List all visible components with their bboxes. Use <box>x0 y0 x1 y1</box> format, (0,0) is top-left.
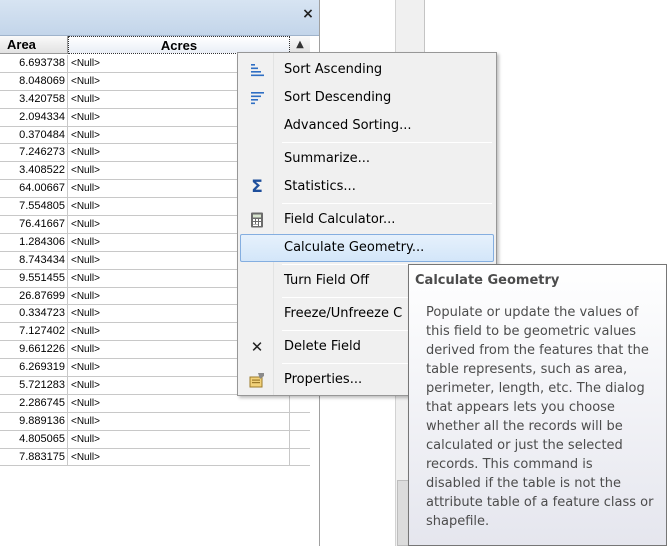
menu-separator <box>282 142 492 143</box>
cell-area[interactable]: 3.420758 <box>0 90 68 108</box>
cell-area[interactable]: 0.370484 <box>0 126 68 144</box>
cell-acres[interactable]: <Null> <box>68 430 290 448</box>
menu-label-field-calculator: Field Calculator... <box>284 212 396 227</box>
cell-area[interactable]: 5.721283 <box>0 377 68 394</box>
table-row[interactable]: 9.889136 <Null> <box>0 412 310 431</box>
cell-area[interactable]: 6.693738 <box>0 55 68 72</box>
tooltip-line: perimeter, length, etc. The dialog <box>426 381 645 396</box>
properties-icon <box>248 371 266 389</box>
cell-area[interactable]: 4.805065 <box>0 430 68 448</box>
column-header-area[interactable]: Area <box>0 36 68 54</box>
tooltip-line: whether all the records will be <box>426 419 623 434</box>
menu-item-sort-descending[interactable]: Sort Descending <box>240 84 494 112</box>
cell-area[interactable]: 0.334723 <box>0 305 68 323</box>
calculate-geometry-tooltip: Calculate Geometry Populate or update th… <box>408 264 667 546</box>
tooltip-line: table represents, such as area, <box>426 362 628 377</box>
cell-area[interactable]: 8.743434 <box>0 251 68 269</box>
menu-item-statistics[interactable]: Σ Statistics... <box>240 173 494 201</box>
tooltip-line: attribute table of a feature class or <box>426 495 654 510</box>
menu-label-advanced-sorting: Advanced Sorting... <box>284 118 412 133</box>
menu-label-turn-field-off: Turn Field Off <box>284 273 370 288</box>
cell-area[interactable]: 1.284306 <box>0 233 68 251</box>
tooltip-body: Populate or update the values of this fie… <box>426 303 662 531</box>
menu-separator <box>282 203 492 204</box>
cell-acres[interactable]: <Null> <box>68 412 290 430</box>
scroll-up-icon[interactable]: ▲ <box>292 38 308 52</box>
cell-area[interactable]: 8.048069 <box>0 72 68 90</box>
tooltip-line: calculated or just the selected <box>426 438 623 453</box>
cell-area[interactable]: 9.551455 <box>0 269 68 287</box>
sort-descending-icon <box>248 89 266 107</box>
close-icon[interactable]: × <box>300 6 316 22</box>
cell-acres[interactable]: <Null> <box>68 394 290 412</box>
menu-item-calculate-geometry[interactable]: Calculate Geometry... <box>240 234 494 262</box>
cell-area[interactable]: 9.889136 <box>0 412 68 430</box>
cell-area[interactable]: 7.883175 <box>0 448 68 466</box>
table-title-bar: × <box>0 0 319 36</box>
menu-label-sort-ascending: Sort Ascending <box>284 62 383 77</box>
cell-area[interactable]: 7.127402 <box>0 323 68 341</box>
table-row[interactable]: 2.286745 <Null> <box>0 394 310 413</box>
tooltip-line: shapefile. <box>426 514 490 529</box>
menu-item-field-calculator[interactable]: Field Calculator... <box>240 206 494 234</box>
sigma-icon: Σ <box>251 177 263 197</box>
cell-area[interactable]: 2.094334 <box>0 108 68 126</box>
menu-label-freeze-unfreeze: Freeze/Unfreeze C <box>284 306 403 321</box>
cell-area[interactable]: 2.286745 <box>0 394 68 412</box>
delete-x-icon: ✕ <box>250 338 264 356</box>
cell-area[interactable]: 7.246273 <box>0 144 68 162</box>
calculator-icon <box>248 211 266 229</box>
tooltip-line: records. This command is <box>426 457 593 472</box>
sort-ascending-icon <box>248 61 266 79</box>
table-row[interactable]: 4.805065 <Null> <box>0 430 310 449</box>
tooltip-line: disabled if the table is not the <box>426 476 621 491</box>
cell-area[interactable]: 6.269319 <box>0 359 68 377</box>
menu-label-calculate-geometry: Calculate Geometry... <box>284 240 425 255</box>
menu-item-sort-ascending[interactable]: Sort Ascending <box>240 56 494 84</box>
cell-area[interactable]: 76.41667 <box>0 216 68 233</box>
tooltip-line: Populate or update the values of <box>426 305 639 320</box>
menu-label-delete-field: Delete Field <box>284 339 361 354</box>
menu-label-summarize: Summarize... <box>284 151 370 166</box>
cell-area[interactable]: 9.661226 <box>0 341 68 359</box>
menu-label-sort-descending: Sort Descending <box>284 90 392 105</box>
cell-acres[interactable]: <Null> <box>68 448 290 466</box>
cell-area[interactable]: 64.00667 <box>0 180 68 198</box>
tooltip-line: that appears lets you choose <box>426 400 615 415</box>
menu-item-advanced-sorting[interactable]: Advanced Sorting... <box>240 112 494 140</box>
menu-label-properties: Properties... <box>284 372 363 387</box>
menu-label-statistics: Statistics... <box>284 179 356 194</box>
tooltip-line: derived from the features that the <box>426 343 649 358</box>
cell-area[interactable]: 7.554805 <box>0 198 68 216</box>
cell-area[interactable]: 3.408522 <box>0 162 68 180</box>
cell-area[interactable]: 26.87699 <box>0 287 68 305</box>
tooltip-title: Calculate Geometry <box>415 273 560 288</box>
tooltip-line: this field to be geometric values <box>426 324 637 339</box>
table-row[interactable]: 7.883175 <Null> <box>0 448 310 467</box>
menu-item-summarize[interactable]: Summarize... <box>240 145 494 173</box>
